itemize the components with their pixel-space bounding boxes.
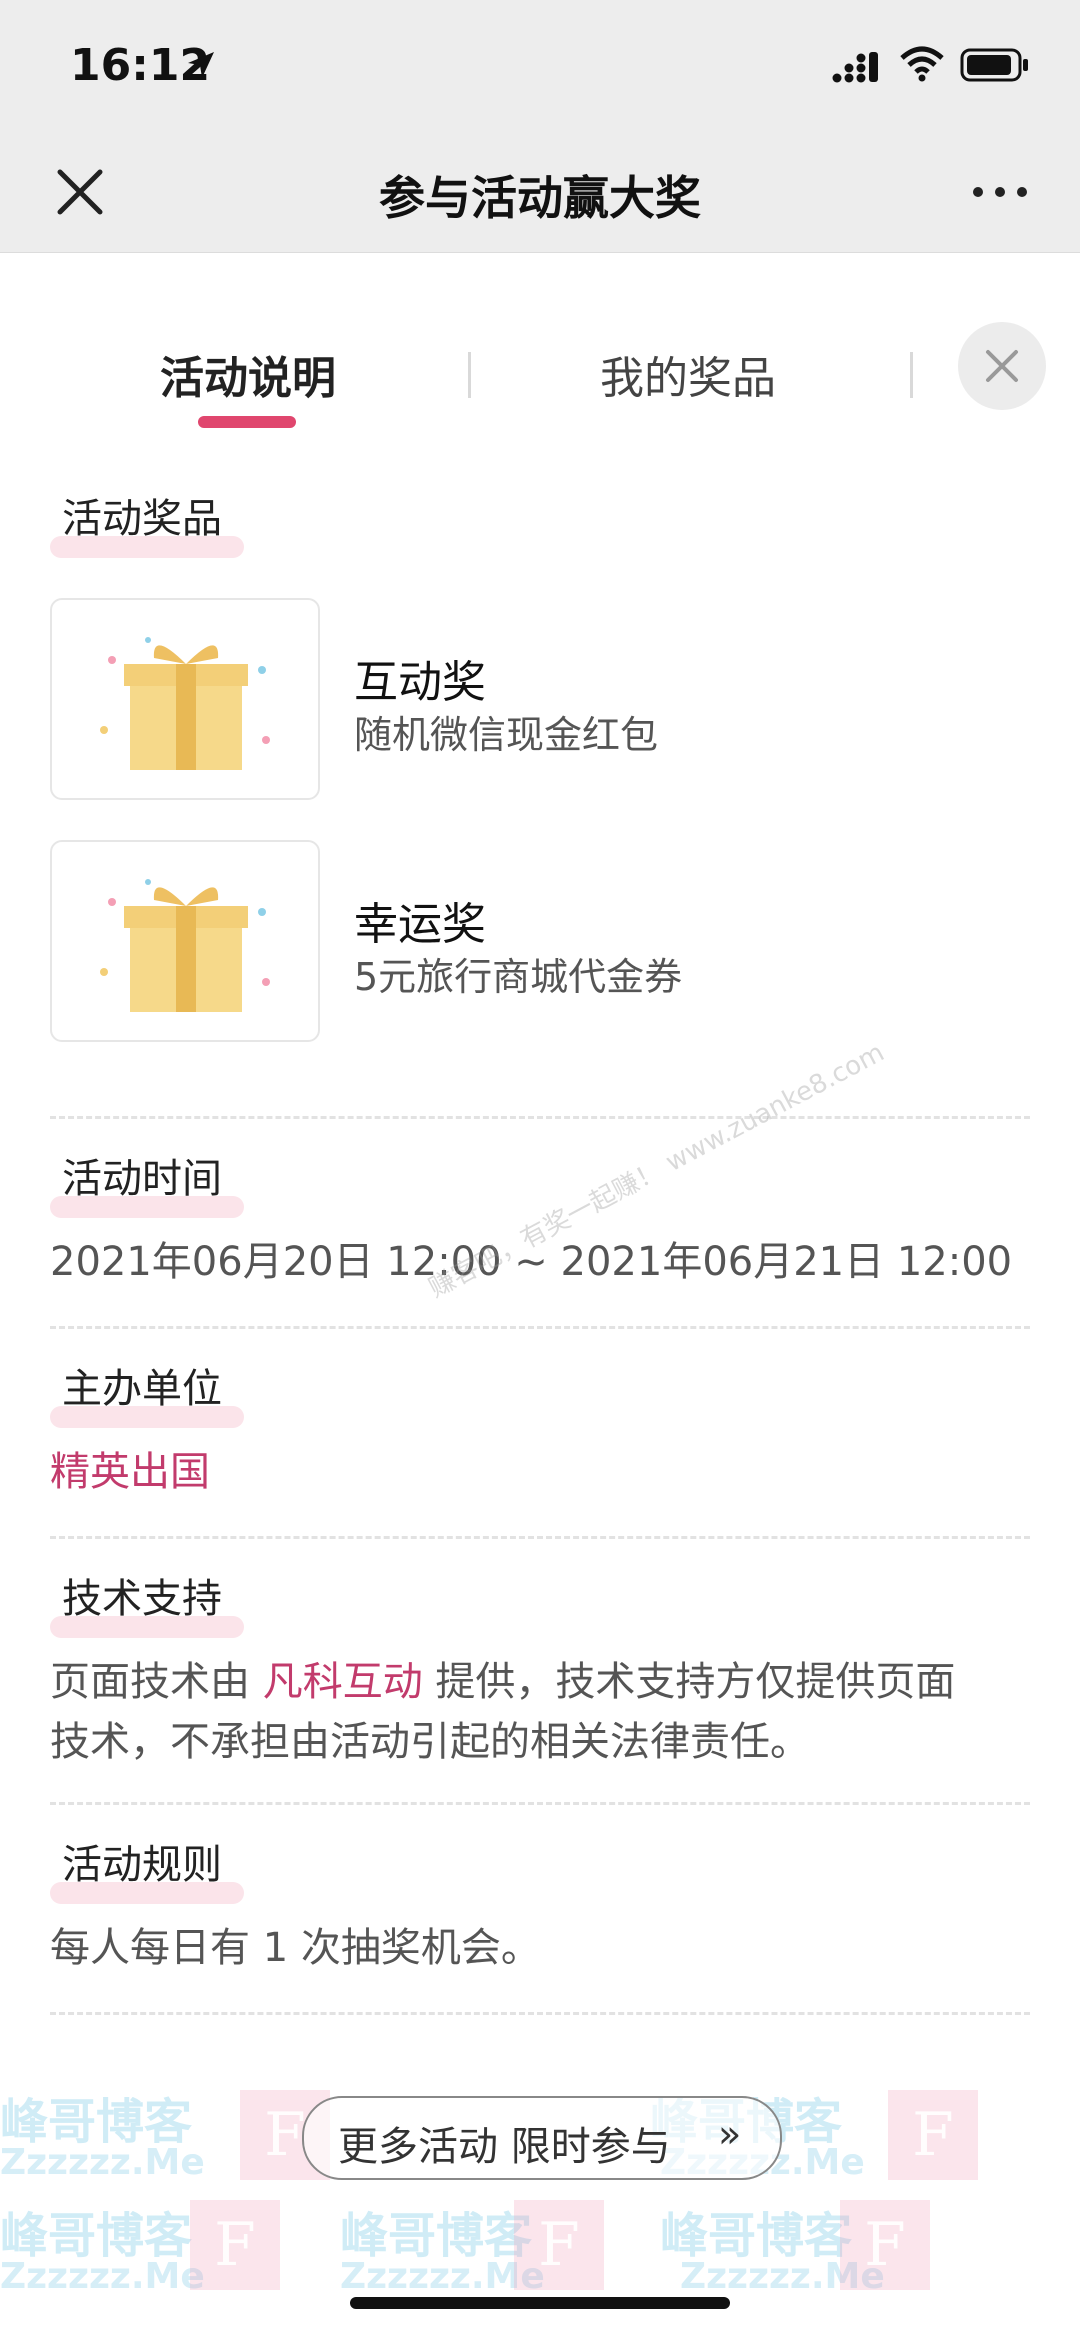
tab-my-prizes[interactable]: 我的奖品 (600, 342, 776, 406)
tech-text-prefix: 页面技术由 (50, 1659, 263, 1705)
close-icon (986, 350, 1018, 382)
tab-activity-info[interactable]: 活动说明 (160, 342, 336, 406)
watermark-logo: F (840, 2200, 930, 2290)
gift-icon (100, 879, 270, 1012)
section-title-text: 主办单位 (62, 1366, 222, 1412)
battery-icon (960, 48, 1028, 82)
prize-name: 互动奖 (354, 657, 486, 708)
rules-value: 每人每日有 1 次抽奖机会。 (50, 1925, 541, 1971)
watermark-site: Zzzzzz.Me (0, 2256, 205, 2297)
prize-name: 幸运奖 (354, 899, 486, 950)
section-title-rules: 活动规则 (50, 1832, 244, 1904)
active-tab-indicator (198, 416, 296, 428)
tab-divider (910, 352, 913, 398)
prize-description: 5元旅行商城代金券 (354, 955, 683, 999)
status-bar: 16:12 (0, 0, 1080, 132)
page-title: 参与活动赢大奖 (379, 171, 701, 225)
section-divider (50, 1536, 1030, 1539)
wifi-icon (900, 46, 944, 82)
prize-description: 随机微信现金红包 (354, 713, 659, 757)
prize-image (50, 840, 320, 1042)
watermark-site: Zzzzzz.Me (0, 2142, 205, 2183)
section-divider (50, 1326, 1030, 1329)
double-chevron-right-icon: » (718, 2112, 742, 2156)
tech-provider-link[interactable]: 凡科互动 (263, 1659, 423, 1705)
section-title-text: 活动时间 (62, 1156, 222, 1202)
section-title-text: 活动奖品 (62, 496, 222, 542)
nav-bar: 参与活动赢大奖 (0, 132, 1080, 253)
section-title-prizes: 活动奖品 (50, 486, 244, 558)
section-title-organizer: 主办单位 (50, 1356, 244, 1428)
tab-divider (468, 352, 471, 398)
tech-support-text: 页面技术由 凡科互动 提供，技术支持方仅提供页面 技术，不承担由活动引起的相关法… (50, 1652, 955, 1772)
tech-text-line2: 技术，不承担由活动引起的相关法律责任。 (50, 1719, 810, 1765)
section-title-time: 活动时间 (50, 1146, 244, 1218)
watermark-logo: F (888, 2090, 978, 2180)
tab-bar: 活动说明 我的奖品 (0, 300, 1080, 440)
prize-image (50, 598, 320, 800)
gift-icon (100, 637, 270, 770)
signal-icon (832, 52, 878, 83)
section-divider (50, 1802, 1030, 1805)
section-divider (50, 1116, 1030, 1119)
more-activities-button[interactable]: 更多活动 限时参与 » (302, 2096, 782, 2180)
watermark-logo: F (190, 2200, 280, 2290)
organizer-value: 精英出国 (50, 1449, 210, 1495)
more-activities-label: 更多活动 限时参与 (338, 2124, 671, 2170)
tech-text-suffix: 提供，技术支持方仅提供页面 (422, 1659, 956, 1705)
close-panel-button[interactable] (958, 322, 1046, 410)
section-title-tech: 技术支持 (50, 1566, 244, 1638)
home-indicator (350, 2297, 730, 2309)
section-title-text: 技术支持 (62, 1576, 222, 1622)
section-title-text: 活动规则 (62, 1842, 222, 1888)
location-arrow-icon (188, 52, 214, 78)
more-dots-icon[interactable] (970, 162, 1030, 222)
section-divider (50, 2012, 1030, 2015)
watermark-logo: F (514, 2200, 604, 2290)
